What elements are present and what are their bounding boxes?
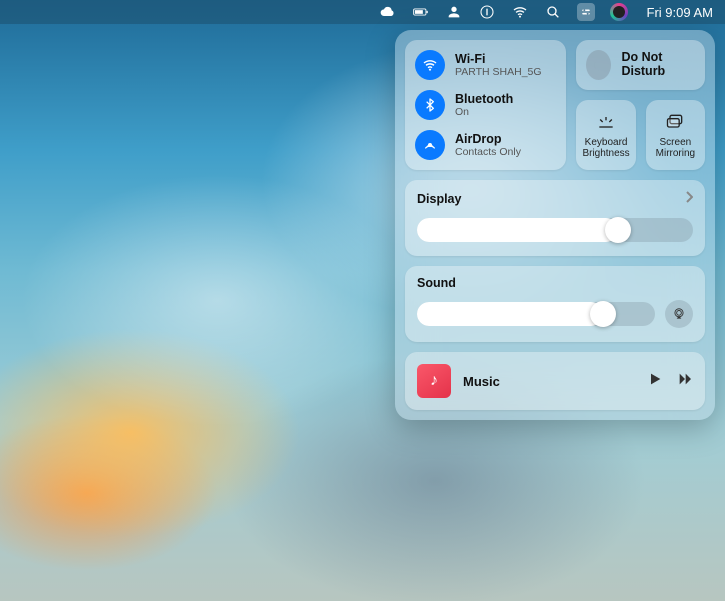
display-title: Display [417,192,461,206]
keyboard-brightness-label: Keyboard Brightness [580,137,631,159]
play-button[interactable] [647,371,663,392]
now-playing-title: Music [463,374,635,389]
airdrop-toggle[interactable]: AirDrop Contacts Only [415,130,556,160]
wifi-icon [415,50,445,80]
spotlight-icon[interactable] [544,3,562,21]
user-icon[interactable] [445,3,463,21]
cloud-icon[interactable] [379,3,397,21]
next-track-button[interactable] [677,371,693,392]
chevron-right-icon[interactable] [685,190,693,208]
sound-tile: Sound [405,266,705,342]
wifi-title: Wi-Fi [455,52,542,66]
keyboard-brightness-icon [596,112,616,132]
sound-volume-slider[interactable] [417,302,655,326]
control-center-panel: Wi-Fi PARTH SHAH_5G Bluetooth On AirDr [395,30,715,420]
bluetooth-status: On [455,106,513,118]
display-tile: Display [405,180,705,256]
password-manager-icon[interactable] [478,3,496,21]
bluetooth-title: Bluetooth [455,92,513,106]
music-app-icon: ♪ [417,364,451,398]
airplay-icon [672,307,686,321]
moon-icon [586,50,611,80]
do-not-disturb-toggle[interactable]: Do Not Disturb [576,40,705,90]
wifi-icon[interactable] [511,3,529,21]
airplay-audio-button[interactable] [665,300,693,328]
menu-bar-clock[interactable]: Fri 9:09 AM [647,5,713,20]
screen-mirroring-icon [665,112,685,132]
display-brightness-slider[interactable] [417,218,693,242]
connectivity-tile: Wi-Fi PARTH SHAH_5G Bluetooth On AirDr [405,40,566,170]
now-playing-tile[interactable]: ♪ Music [405,352,705,410]
airdrop-icon [415,130,445,160]
screen-mirroring-label: Screen Mirroring [650,137,701,159]
siri-icon[interactable] [610,3,628,21]
keyboard-brightness-button[interactable]: Keyboard Brightness [576,100,635,170]
dnd-label: Do Not Disturb [621,51,695,79]
bluetooth-toggle[interactable]: Bluetooth On [415,90,556,120]
bluetooth-icon [415,90,445,120]
wifi-toggle[interactable]: Wi-Fi PARTH SHAH_5G [415,50,556,80]
sound-title: Sound [417,276,456,290]
airdrop-title: AirDrop [455,132,521,146]
control-center-icon[interactable] [577,3,595,21]
wifi-network-name: PARTH SHAH_5G [455,66,542,78]
screen-mirroring-button[interactable]: Screen Mirroring [646,100,705,170]
menu-bar: Fri 9:09 AM [0,0,725,24]
battery-icon[interactable] [412,3,430,21]
airdrop-status: Contacts Only [455,146,521,158]
